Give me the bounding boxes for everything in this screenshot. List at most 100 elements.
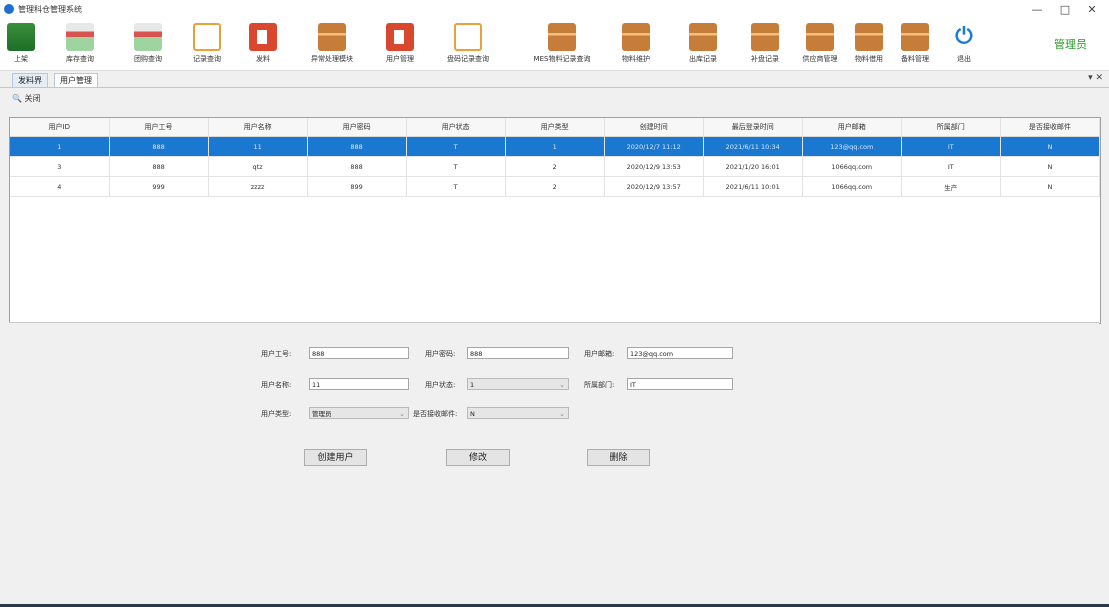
cell[interactable]: zzzz — [208, 176, 308, 197]
title-bar: 管理科仓管理系统 — □ ✕ — [0, 0, 1109, 20]
cell[interactable]: IT — [901, 156, 1001, 177]
cell[interactable]: 2020/12/7 11:12 — [604, 136, 704, 157]
cell[interactable]: 999 — [109, 176, 209, 197]
cell[interactable]: T — [406, 136, 506, 157]
cell[interactable]: T — [406, 156, 506, 177]
toolbar-item-tray-record[interactable]: 补盘记录 — [745, 23, 785, 69]
close-search-icon: 🔍 — [12, 94, 22, 103]
cell[interactable]: 1066qq.com — [802, 156, 902, 177]
tab-user-management[interactable]: 用户管理 — [54, 73, 98, 87]
col-created[interactable]: 创建时间 — [604, 118, 704, 137]
toolbar-item-shelve[interactable]: 上架 — [6, 23, 36, 69]
toolbar-item-outbound-record[interactable]: 出库记录 — [683, 23, 723, 69]
table-row[interactable]: 1 888 11 888 T 1 2020/12/7 11:12 2021/6/11 10:3… — [10, 136, 1101, 157]
toolbar-item-stock-query[interactable]: 库存查询 — [60, 23, 100, 69]
cell[interactable]: 1 — [505, 136, 605, 157]
cell[interactable]: 888 — [109, 156, 209, 177]
job-no-field[interactable]: 888 — [309, 347, 409, 359]
cell[interactable]: N — [1000, 156, 1101, 177]
receive-mail-select-value: N — [470, 410, 475, 418]
password-field[interactable]: 888 — [467, 347, 569, 359]
col-password[interactable]: 用户密码 — [307, 118, 407, 137]
cell[interactable]: 888 — [109, 136, 209, 157]
name-field[interactable]: 11 — [309, 378, 409, 390]
cell[interactable]: 3 — [10, 156, 110, 177]
cell[interactable]: N — [1000, 136, 1101, 157]
close-bar: 🔍 关闭 — [0, 88, 1109, 110]
toolbar-item-group-query[interactable]: 团购查询 — [128, 23, 168, 69]
col-user-id[interactable]: 用户ID — [10, 118, 110, 137]
cell[interactable]: N — [1000, 176, 1101, 197]
minimize-button[interactable]: — — [1025, 2, 1049, 18]
cell[interactable]: 生产 — [901, 176, 1001, 197]
col-dept[interactable]: 所属部门 — [901, 118, 1001, 137]
box-icon — [689, 23, 717, 51]
cell[interactable]: 899 — [307, 176, 407, 197]
cell[interactable]: 2021/6/11 10:34 — [703, 136, 803, 157]
cell[interactable]: qtz — [208, 156, 308, 177]
cell[interactable]: 11 — [208, 136, 308, 157]
table-row[interactable]: 3 888 qtz 888 T 2 2020/12/9 13:53 2021/1/20 16:… — [10, 156, 1101, 177]
table-row[interactable]: 4 999 zzzz 899 T 2 2020/12/9 13:57 2021/6/11 10… — [10, 176, 1101, 197]
cell[interactable]: 2 — [505, 156, 605, 177]
receive-mail-select[interactable]: N ⌄ — [467, 407, 569, 419]
note-icon — [454, 23, 482, 51]
toolbar-item-supplier[interactable]: 供应商管理 — [797, 23, 843, 69]
cell[interactable]: T — [406, 176, 506, 197]
maximize-button[interactable]: □ — [1053, 2, 1077, 18]
edit-button[interactable]: 修改 — [446, 449, 510, 466]
toolbar-item-code-record-query[interactable]: 盘码记录查询 — [440, 23, 496, 69]
cell[interactable]: IT — [901, 136, 1001, 157]
job-no-label: 用户工号: — [261, 350, 292, 358]
tab-menu-close-icon[interactable]: ▾ ✕ — [1088, 73, 1103, 83]
toolbar-item-material-borrow[interactable]: 物料借用 — [849, 23, 889, 69]
col-user-name[interactable]: 用户名称 — [208, 118, 308, 137]
cell[interactable]: 123@qq.com — [802, 136, 902, 157]
email-field[interactable]: 123@qq.com — [627, 347, 733, 359]
cell[interactable]: 1066qq.com — [802, 176, 902, 197]
col-job-no[interactable]: 用户工号 — [109, 118, 209, 137]
dept-label: 所属部门: — [584, 381, 615, 389]
toolbar-item-record-query[interactable]: 记录查询 — [186, 23, 228, 69]
red-tag-icon — [386, 23, 414, 51]
cell[interactable]: 2020/12/9 13:57 — [604, 176, 704, 197]
delete-button[interactable]: 删除 — [587, 449, 650, 466]
shop-icon — [66, 23, 94, 51]
close-tab-button[interactable]: 🔍 关闭 — [12, 93, 41, 104]
col-status[interactable]: 用户状态 — [406, 118, 506, 137]
dept-field[interactable]: IT — [627, 378, 733, 390]
cell[interactable]: 4 — [10, 176, 110, 197]
toolbar-item-material-maintain[interactable]: 物料维护 — [616, 23, 656, 69]
toolbar-item-issue[interactable]: 发料 — [246, 23, 280, 69]
toolbar-item-user-management[interactable]: 用户管理 — [380, 23, 420, 69]
status-select-value: 1 — [470, 381, 475, 389]
cell[interactable]: 2021/6/11 10:01 — [703, 176, 803, 197]
toolbar-item-exception[interactable]: 异常处理模块 — [302, 23, 362, 69]
close-window-button[interactable]: ✕ — [1080, 2, 1104, 18]
toolbar-label: 库存查询 — [66, 55, 94, 63]
note-icon — [193, 23, 221, 51]
receive-mail-label: 是否接收邮件: — [413, 410, 458, 418]
toolbar-item-exit[interactable]: ⏻ 退出 — [947, 23, 981, 69]
cell[interactable]: 2021/1/20 16:01 — [703, 156, 803, 177]
chevron-down-icon: ⌄ — [399, 410, 405, 418]
toolbar-item-prep-management[interactable]: 备料管理 — [895, 23, 935, 69]
status-select[interactable]: 1 ⌄ — [467, 378, 569, 390]
col-receive-mail[interactable]: 是否接收邮件 — [1000, 118, 1101, 137]
col-last-login[interactable]: 最后登录时间 — [703, 118, 803, 137]
admin-label: 管理员 — [1054, 38, 1087, 51]
box-icon — [318, 23, 346, 51]
tab-issue[interactable]: 发料界 — [12, 73, 48, 87]
type-select[interactable]: 管理员 ⌄ — [309, 407, 409, 419]
cell[interactable]: 888 — [307, 136, 407, 157]
col-type[interactable]: 用户类型 — [505, 118, 605, 137]
toolbar-label: 记录查询 — [193, 55, 221, 63]
cell[interactable]: 1 — [10, 136, 110, 157]
cell[interactable]: 2020/12/9 13:53 — [604, 156, 704, 177]
toolbar-item-mes-query[interactable]: MES物料记录查询 — [522, 23, 602, 69]
cell[interactable]: 2 — [505, 176, 605, 197]
create-user-button[interactable]: 创建用户 — [304, 449, 367, 466]
col-email[interactable]: 用户邮箱 — [802, 118, 902, 137]
red-tag-icon — [249, 23, 277, 51]
cell[interactable]: 888 — [307, 156, 407, 177]
